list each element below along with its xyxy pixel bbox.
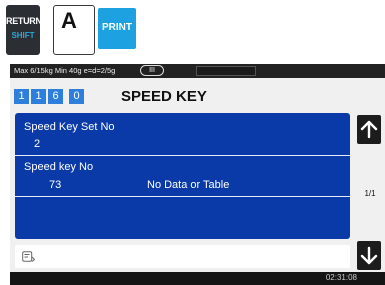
return-key-label: RETURN xyxy=(6,16,42,26)
a-key[interactable]: A xyxy=(53,5,95,55)
a-key-label: A xyxy=(61,8,77,33)
print-key-label: PRINT xyxy=(102,22,132,33)
arrow-down-icon xyxy=(360,246,378,265)
clock: 02:31:08 xyxy=(325,273,357,282)
scale-screen: Max 6/15kg Min 40g e=d=2/5g III 1 1 6 0 … xyxy=(10,64,385,285)
key-no-message: No Data or Table xyxy=(147,179,230,191)
status-display-box xyxy=(196,66,256,76)
page-title: SPEED KEY xyxy=(121,88,207,105)
menu-code-digit: 6 xyxy=(48,89,63,104)
accuracy-class-badge: III xyxy=(140,65,164,76)
scroll-up-button[interactable] xyxy=(357,115,381,144)
set-no-label: Speed Key Set No xyxy=(24,121,115,133)
menu-code-digit: 0 xyxy=(69,89,84,104)
status-bar: Max 6/15kg Min 40g e=d=2/5g III xyxy=(10,64,385,78)
scroll-down-button[interactable] xyxy=(357,241,381,270)
key-no-label: Speed key No xyxy=(24,161,94,173)
print-key[interactable]: PRINT xyxy=(98,8,136,49)
footer-bar: 02:31:08 xyxy=(10,272,385,285)
form-panel: Speed Key Set No 2 Speed key No 73 No Da… xyxy=(15,113,350,239)
return-shift-key[interactable]: RETURN SHIFT xyxy=(6,5,42,55)
arrow-up-icon xyxy=(360,120,378,139)
row-divider xyxy=(15,196,350,197)
key-no-value: 73 xyxy=(49,179,62,191)
page-indicator: 1/1 xyxy=(364,189,376,198)
row-divider xyxy=(15,155,350,156)
set-no-value: 2 xyxy=(34,138,41,150)
entry-input[interactable] xyxy=(15,245,350,268)
keyboard-entry-icon xyxy=(22,251,35,262)
menu-code-digit: 1 xyxy=(14,89,29,104)
shift-key-label: SHIFT xyxy=(11,31,35,40)
menu-code-digit: 1 xyxy=(31,89,46,104)
scale-spec-text: Max 6/15kg Min 40g e=d=2/5g xyxy=(14,66,116,75)
